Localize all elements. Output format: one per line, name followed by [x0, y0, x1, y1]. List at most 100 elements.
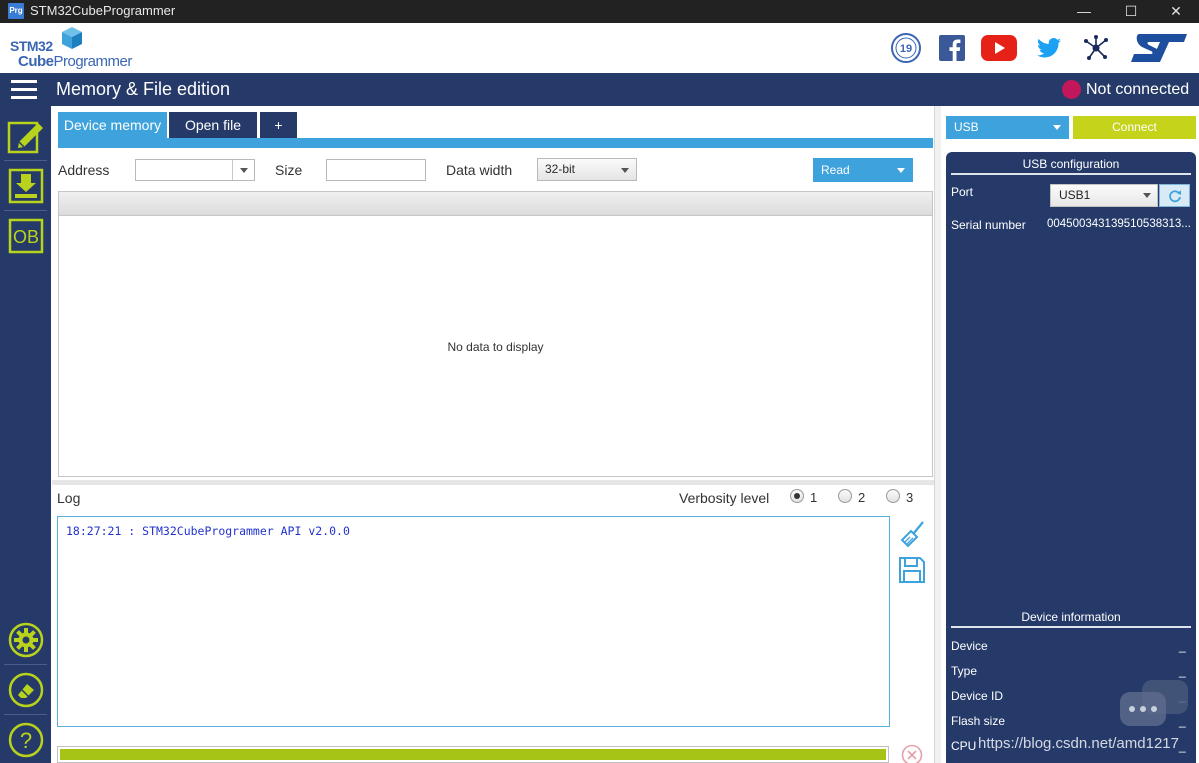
- chevron-down-icon: [621, 168, 629, 173]
- sidebar-item-help[interactable]: ?: [4, 718, 47, 762]
- app-icon: Prg: [8, 3, 24, 19]
- verbosity-option-1: 1: [810, 490, 818, 505]
- sidebar-divider: [4, 160, 47, 161]
- tab-device-memory[interactable]: Device memory: [58, 112, 167, 138]
- data-width-select[interactable]: 32-bit: [537, 158, 637, 181]
- serial-number-label: Serial number: [951, 218, 1026, 232]
- st-logo-icon[interactable]: [1128, 31, 1188, 65]
- serial-number-value: 004500343139510538313...: [1047, 218, 1191, 230]
- port-value: USB1: [1059, 188, 1091, 202]
- hamburger-menu-icon[interactable]: [11, 80, 37, 100]
- window-title: STM32CubeProgrammer: [30, 3, 176, 18]
- connection-status: Not connected: [1086, 81, 1190, 98]
- svg-text:19: 19: [900, 43, 912, 55]
- svg-text:OB: OB: [12, 227, 38, 247]
- save-log-button[interactable]: [898, 556, 926, 584]
- data-width-value: 32-bit: [545, 162, 576, 176]
- sidebar-divider: [4, 210, 47, 211]
- close-circle-icon: [901, 744, 923, 763]
- maximize-button[interactable]: ☐: [1108, 0, 1154, 23]
- memory-table[interactable]: No data to display: [58, 191, 933, 477]
- broom-icon: [900, 521, 924, 548]
- log-label: Log: [57, 490, 81, 506]
- type-label: Type: [951, 664, 978, 678]
- read-button[interactable]: Read: [813, 158, 913, 182]
- chevron-down-icon: [1143, 193, 1151, 198]
- svg-text:?: ?: [19, 728, 31, 753]
- page-title: Memory & File edition: [56, 79, 231, 99]
- brand-header: STM32 CubeProgrammer 19: [0, 23, 1199, 73]
- device-id-label: Device ID: [951, 689, 1004, 703]
- facebook-icon[interactable]: [938, 31, 966, 65]
- clear-log-button[interactable]: [898, 520, 926, 548]
- device-value: _: [1179, 639, 1186, 653]
- pane-splitter[interactable]: [52, 480, 934, 485]
- usb-config-title: USB configuration: [951, 157, 1191, 175]
- tab-add[interactable]: +: [260, 112, 297, 138]
- verbosity-radio-2[interactable]: [838, 489, 852, 503]
- chevron-down-icon[interactable]: [232, 160, 254, 180]
- edit-icon: [7, 121, 43, 154]
- twitter-icon[interactable]: [1035, 31, 1063, 65]
- log-output[interactable]: 18:27:21 : STM32CubeProgrammer API v2.0.…: [57, 516, 890, 727]
- progress-bar: [57, 746, 889, 763]
- youtube-icon[interactable]: [980, 31, 1018, 65]
- connection-config-panel: USB configuration Port USB1 Serial numbe…: [946, 152, 1196, 763]
- anniversary-badge-icon[interactable]: 19: [889, 31, 923, 65]
- chevron-down-icon: [1053, 125, 1061, 130]
- verbosity-radio-1[interactable]: [790, 489, 804, 503]
- verbosity-option-3: 3: [906, 490, 914, 505]
- sidebar-item-option-bytes[interactable]: OB: [4, 214, 47, 258]
- verbosity-label: Verbosity level: [679, 490, 770, 506]
- tab-open-file[interactable]: Open file: [169, 112, 257, 138]
- connect-button[interactable]: Connect: [1073, 116, 1196, 139]
- chevron-down-icon: [897, 168, 905, 173]
- close-button[interactable]: ✕: [1153, 0, 1199, 23]
- memory-table-header: [59, 192, 932, 216]
- tab-underline: [58, 138, 933, 148]
- address-combo[interactable]: [135, 159, 255, 181]
- refresh-icon: [1168, 189, 1181, 202]
- window-title-bar: Prg STM32CubeProgrammer — ☐ ✕: [0, 0, 1199, 23]
- address-label: Address: [58, 162, 110, 178]
- cube-logo-icon: [62, 27, 82, 49]
- refresh-ports-button[interactable]: [1159, 184, 1190, 207]
- gear-icon: [8, 622, 43, 658]
- interface-value: USB: [954, 120, 979, 134]
- ob-icon: OB: [8, 218, 43, 254]
- sidebar-divider: [4, 714, 47, 715]
- size-label: Size: [275, 162, 303, 178]
- flash-size-label: Flash size: [951, 714, 1006, 728]
- minimize-button[interactable]: —: [1061, 0, 1107, 23]
- interface-select[interactable]: USB: [946, 116, 1069, 139]
- device-label: Device: [951, 639, 988, 653]
- sidebar: OB ?: [0, 106, 51, 763]
- chat-bubble-icon: [1120, 680, 1188, 726]
- watermark-text: https://blog.csdn.net/amd1217: [978, 735, 1179, 752]
- port-select[interactable]: USB1: [1050, 184, 1158, 207]
- size-input[interactable]: [326, 159, 426, 181]
- sidebar-item-download[interactable]: [4, 164, 47, 208]
- logo-stm32: STM32: [10, 38, 53, 54]
- type-value: _: [1179, 664, 1186, 678]
- right-panel-splitter[interactable]: [934, 106, 941, 763]
- sidebar-divider: [4, 664, 47, 665]
- eraser-icon: [8, 672, 43, 708]
- port-label: Port: [951, 185, 974, 199]
- progress-fill: [60, 749, 886, 760]
- device-info-title: Device information: [951, 610, 1191, 628]
- sidebar-item-erase[interactable]: [4, 668, 47, 712]
- cpu-value: _: [1179, 739, 1186, 753]
- sidebar-item-settings[interactable]: [4, 618, 47, 662]
- verbosity-radio-3[interactable]: [886, 489, 900, 503]
- sidebar-item-memory-edit[interactable]: [4, 114, 47, 158]
- logo-cubeprogrammer: CubeProgrammer: [18, 53, 132, 70]
- log-line: 18:27:21 : STM32CubeProgrammer API v2.0.…: [66, 524, 350, 538]
- help-icon: ?: [8, 722, 43, 758]
- verbosity-option-2: 2: [858, 490, 866, 505]
- download-icon: [8, 168, 43, 204]
- network-icon[interactable]: [1080, 31, 1112, 65]
- cancel-operation-button[interactable]: [901, 744, 923, 763]
- status-indicator-icon: [1062, 80, 1081, 99]
- empty-state-text: No data to display: [447, 340, 544, 354]
